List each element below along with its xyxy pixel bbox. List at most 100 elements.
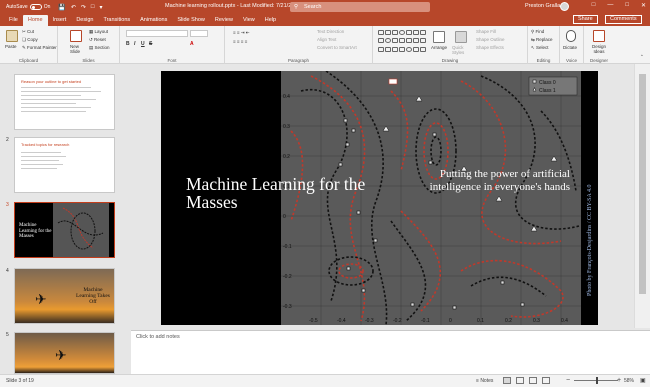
format-painter-button[interactable]: ✎ Format Painter [22, 45, 57, 51]
vertical-scrollbar[interactable] [634, 64, 650, 328]
notes-toggle-button[interactable]: ≡ Notes [476, 378, 493, 384]
tab-help[interactable]: Help [260, 15, 281, 26]
replace-button[interactable]: ⇆ Replace [531, 37, 553, 43]
avatar[interactable] [560, 2, 569, 11]
paragraph-group: ≡ ≡ ⇥ ⇤ ≡ ≡ ≡ ≡ Text Direction Align Tex… [225, 26, 373, 64]
section-button[interactable]: ▤ Section [89, 45, 110, 51]
notes-placeholder: Click to add notes [136, 334, 180, 340]
current-slide[interactable]: 0.4 0.3 0.2 0.1 0 -0.1 -0.2 -0.3 -0.5 -0.4 -0.3 -0.… [161, 71, 598, 325]
bullets-icon[interactable]: ≡ ≡ ⇥ ⇤ [233, 30, 250, 36]
quick-styles-icon[interactable] [455, 31, 467, 43]
comments-button[interactable]: Comments [605, 15, 642, 24]
copy-button[interactable]: ❏ Copy [22, 37, 38, 43]
slide-subtitle[interactable]: Putting the power of artificial intellig… [426, 168, 570, 194]
align-icons[interactable]: ≡ ≡ ≡ ≡ [233, 39, 247, 44]
strikethrough-button[interactable]: S [149, 41, 152, 47]
arrange-icon[interactable] [433, 31, 445, 43]
maximize-icon[interactable]: □ [625, 2, 629, 9]
fit-slide-icon[interactable]: ▣ [640, 377, 646, 384]
tab-transitions[interactable]: Transitions [98, 15, 135, 26]
normal-view-icon[interactable] [503, 377, 511, 384]
photo-credit[interactable]: Photo by François-Desjardins / CC BY-SA … [587, 184, 593, 296]
microphone-icon[interactable] [566, 30, 576, 42]
zoom-out-icon[interactable]: − [566, 377, 570, 384]
minimize-icon[interactable]: — [607, 2, 613, 9]
search-box[interactable]: ⚲ Search [290, 2, 430, 12]
close-icon[interactable]: ✕ [641, 2, 646, 9]
tab-slide-show[interactable]: Slide Show [172, 15, 210, 26]
status-bar: Slide 3 of 19 ≡ Notes − + 58% ▣ [0, 374, 650, 387]
arrange-button[interactable]: Arrange [431, 45, 447, 50]
slides-group-label: Slides [82, 58, 95, 63]
redo-icon[interactable]: ↷ [81, 4, 86, 11]
zoom-in-icon[interactable]: + [617, 377, 621, 384]
slide-thumbnail-2[interactable]: Tracked topics for research [14, 137, 115, 193]
plot-y-tick-label: -0.3 [283, 304, 292, 310]
font-size-select[interactable] [190, 30, 208, 37]
font-color-icon[interactable]: A [190, 41, 194, 47]
zoom-slider-handle[interactable] [596, 377, 598, 384]
designer-group-label: Designer [589, 58, 608, 63]
new-slide-button[interactable]: New Slide [70, 44, 84, 54]
italic-button[interactable]: I [134, 41, 135, 47]
cut-label: Cut [27, 29, 35, 34]
slideshow-view-icon[interactable] [542, 377, 550, 384]
tab-review[interactable]: Review [210, 15, 238, 26]
tab-file[interactable]: File [4, 15, 23, 26]
customize-qat-icon[interactable]: ▾ [100, 4, 103, 11]
ribbon-tabs: File Home Insert Design Transitions Anim… [0, 14, 650, 26]
slide-sorter-icon[interactable] [516, 377, 524, 384]
tab-animations[interactable]: Animations [135, 15, 172, 26]
dictate-button[interactable]: Dictate [563, 45, 577, 50]
share-button[interactable]: Share [573, 15, 598, 24]
design-ideas-button[interactable]: Design Ideas [587, 44, 611, 54]
slide-thumbnail-3[interactable]: Machine Learning for the Masses [14, 202, 115, 258]
user-name[interactable]: Preston Gralla [525, 3, 560, 9]
tab-design[interactable]: Design [71, 15, 98, 26]
cut-button[interactable]: ✂ Cut [22, 29, 34, 35]
quick-styles-button[interactable]: Quick Styles [452, 45, 470, 55]
undo-icon[interactable]: ↶ [71, 4, 76, 11]
tab-view[interactable]: View [238, 15, 260, 26]
reset-button[interactable]: ↺ Reset [89, 37, 106, 43]
document-title[interactable]: Machine learning rollout.pptx - Last Mod… [165, 3, 300, 9]
shape-fill-button[interactable]: Shape Fill [476, 29, 496, 34]
paste-icon[interactable] [6, 30, 18, 42]
collapse-ribbon-icon[interactable]: ⌃ [640, 54, 644, 60]
tab-home[interactable]: Home [22, 15, 48, 26]
tab-insert[interactable]: Insert [48, 15, 72, 26]
shapes-gallery[interactable] [378, 30, 426, 54]
underline-button[interactable]: U [141, 41, 145, 47]
slide-thumbnail-5[interactable]: ✈ [14, 332, 115, 374]
autosave-control[interactable]: AutoSave On [6, 4, 50, 10]
plot-legend-label: Class 0 [539, 80, 556, 86]
save-icon[interactable]: 💾 [58, 4, 65, 11]
design-ideas-icon[interactable] [593, 30, 605, 42]
slide-title[interactable]: Machine Learning for the Masses [186, 175, 386, 211]
align-text-button[interactable]: Align Text [317, 37, 336, 42]
new-slide-icon[interactable] [70, 30, 82, 42]
plot-x-tick-label: -0.2 [393, 318, 402, 324]
ribbon-display-icon[interactable]: □ [592, 2, 596, 9]
zoom-level[interactable]: 58% [624, 378, 634, 384]
notes-pane[interactable]: Click to add notes [131, 330, 650, 374]
shape-outline-button[interactable]: Shape Outline [476, 37, 505, 42]
find-button[interactable]: ⚲ Find [531, 29, 544, 35]
airplane-icon: ✈ [55, 347, 67, 363]
paste-button[interactable]: Paste [5, 44, 17, 49]
voice-group: Dictate Voice [560, 26, 584, 64]
slide-thumbnail-4[interactable]: ✈ Machine Learning Takes Off [14, 268, 115, 324]
convert-smartart-button[interactable]: Convert to SmartArt [317, 45, 357, 50]
font-family-select[interactable] [126, 30, 188, 37]
reading-view-icon[interactable] [529, 377, 537, 384]
layout-button[interactable]: ▦ Layout [89, 29, 108, 35]
autosave-toggle[interactable] [29, 4, 42, 10]
scrollbar-thumb[interactable] [639, 74, 646, 294]
bold-button[interactable]: B [126, 41, 130, 47]
slide-thumbnail-1[interactable]: Reason your outline to get started [14, 74, 115, 130]
search-icon: ⚲ [294, 4, 299, 10]
select-button[interactable]: ↖ Select [531, 45, 549, 51]
shape-effects-button[interactable]: Shape Effects [476, 45, 504, 50]
text-direction-button[interactable]: Text Direction [317, 29, 344, 34]
present-icon[interactable]: □ [91, 4, 95, 11]
